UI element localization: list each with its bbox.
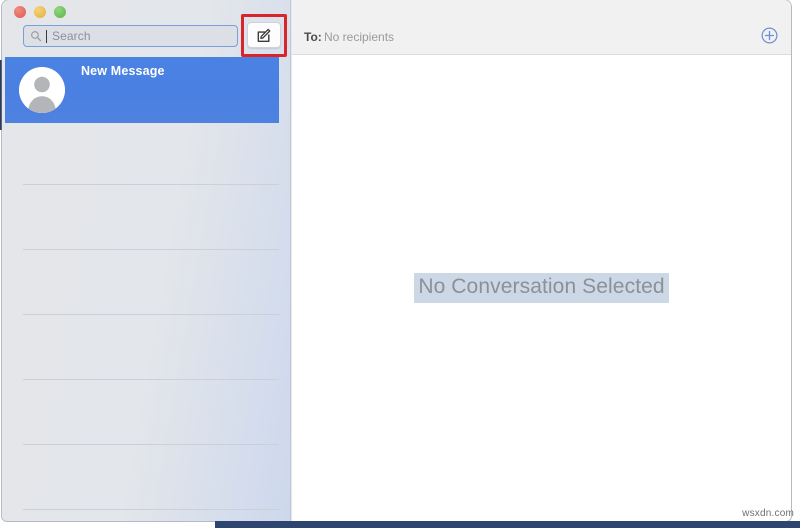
empty-conversation-state: No Conversation Selected [292, 55, 791, 521]
conversation-list[interactable]: New Message [2, 57, 291, 521]
search-input[interactable]: Search [23, 25, 238, 47]
sidebar-toolbar: Search [2, 0, 290, 57]
list-item-title: New Message [81, 64, 165, 78]
to-field-value[interactable]: No recipients [324, 30, 394, 44]
list-row-separator [23, 314, 279, 315]
desktop-background-strip [215, 521, 800, 528]
close-window-button[interactable] [14, 6, 26, 18]
recipients-bar[interactable]: To: No recipients [292, 0, 791, 55]
search-placeholder: Search [52, 29, 91, 43]
list-row-separator [23, 444, 279, 445]
compose-new-message-button[interactable] [247, 22, 281, 48]
empty-state-text: No Conversation Selected [414, 273, 669, 303]
messages-window: Search New Message To: No recipients No … [2, 0, 791, 521]
to-field-label: To: [304, 30, 322, 44]
list-row-separator [23, 379, 279, 380]
screenshot-root: Search New Message To: No recipients No … [0, 0, 800, 528]
minimize-window-button[interactable] [34, 6, 46, 18]
main-pane: To: No recipients No Conversation Select… [292, 0, 791, 521]
search-icon [31, 31, 42, 42]
person-placeholder-icon [19, 67, 65, 113]
avatar [19, 67, 65, 113]
search-text-caret [46, 29, 47, 43]
sidebar: Search New Message [2, 0, 291, 521]
watermark: wsxdn.com [742, 508, 794, 519]
maximize-window-button[interactable] [54, 6, 66, 18]
list-item[interactable]: New Message [5, 57, 279, 123]
add-recipient-button[interactable] [761, 27, 778, 44]
window-controls [14, 6, 66, 18]
list-row-separator [23, 184, 279, 185]
list-row-separator [23, 509, 279, 510]
compose-icon [257, 28, 270, 42]
list-row-separator [23, 249, 279, 250]
